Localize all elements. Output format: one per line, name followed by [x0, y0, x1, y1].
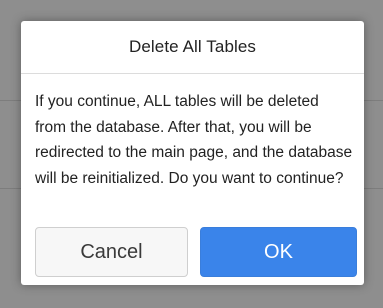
cancel-button[interactable]: Cancel [35, 227, 188, 277]
background-divider [0, 188, 21, 189]
background-divider [364, 188, 383, 189]
confirm-dialog: Delete All Tables If you continue, ALL t… [21, 21, 364, 285]
dialog-title: Delete All Tables [128, 37, 257, 56]
ok-button[interactable]: OK [200, 227, 357, 277]
background-divider [0, 100, 21, 101]
dialog-message: If you continue, ALL tables will be dele… [35, 93, 353, 187]
dialog-header: Delete All Tables [21, 21, 364, 74]
background-divider [364, 100, 383, 101]
